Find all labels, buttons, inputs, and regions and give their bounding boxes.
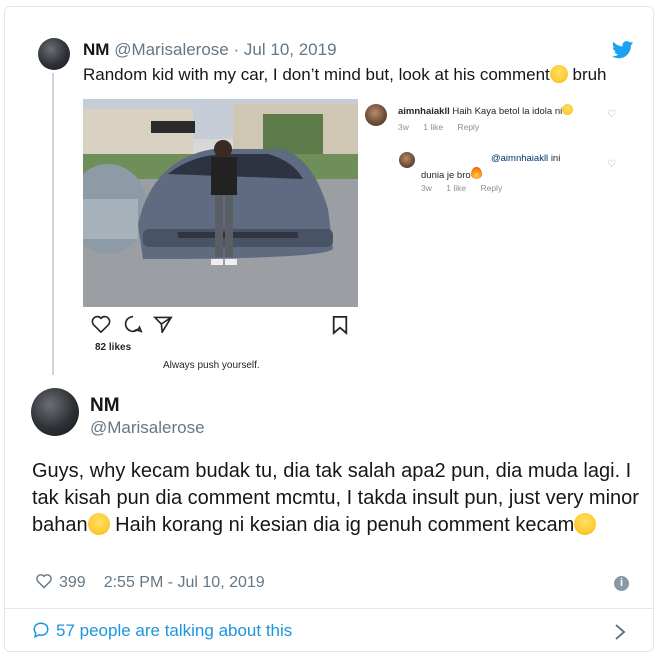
tweet-meta: 399 2:55 PM - Jul 10, 2019 <box>35 573 265 595</box>
chevron-right-icon[interactable] <box>613 621 627 643</box>
instagram-likes: 82 likes <box>95 342 132 353</box>
author-avatar[interactable] <box>31 388 79 436</box>
speech-bubble-icon <box>33 622 49 639</box>
comment-1-user[interactable]: aimnhaiakll <box>398 106 450 117</box>
comment-1-text: Haih Kaya betol la idola ni <box>452 106 563 117</box>
comment-2-mention[interactable]: @aimnhaiakll <box>491 153 548 164</box>
comment-1-heart-icon[interactable]: ♡ <box>607 109 616 120</box>
comment-2-likes[interactable]: 1 like <box>446 183 466 193</box>
commenter-avatar <box>365 104 387 126</box>
comment-2-time: 3w <box>421 183 432 193</box>
comment-2-reply[interactable]: Reply <box>480 183 502 193</box>
quoted-handle[interactable]: @Marisalerose <box>114 40 229 59</box>
comment-1-meta: 3w 1 like Reply <box>398 122 491 132</box>
instagram-actions <box>91 315 353 337</box>
comment-2-heart-icon[interactable]: ♡ <box>607 159 616 170</box>
tears-of-joy-emoji-icon <box>549 65 568 83</box>
reply-avatar <box>399 152 415 168</box>
comment-2: @aimnhaiakll ini dunia je bro <box>421 153 596 182</box>
comment-1-time: 3w <box>398 122 409 132</box>
weary-face-emoji-icon <box>562 104 574 115</box>
tweet-card: NM @Marisalerose · Jul 10, 2019 Random k… <box>4 6 654 652</box>
car-photo-illustration <box>83 99 358 307</box>
comment-1-likes[interactable]: 1 like <box>423 122 443 132</box>
quoted-header: NM @Marisalerose · Jul 10, 2019 <box>83 40 337 60</box>
quoted-text-main: Random kid with my car, I don’t mind but… <box>83 65 550 84</box>
like-heart-icon[interactable] <box>35 573 53 589</box>
comment-2-text-b: dunia je bro <box>421 170 471 181</box>
thread-line <box>52 73 54 375</box>
comment-1-reply[interactable]: Reply <box>457 122 479 132</box>
tweet-text-part-2: Haih korang ni kesian dia ig penuh comme… <box>109 514 575 536</box>
fire-emoji-icon <box>470 167 482 179</box>
talking-count-text[interactable]: 57 people are talking about this <box>56 621 292 640</box>
tweet-timestamp[interactable]: 2:55 PM - Jul 10, 2019 <box>104 574 265 591</box>
instagram-caption: Always push yourself. <box>163 360 260 371</box>
comment-2-meta: 3w 1 like Reply <box>421 183 514 193</box>
author-name[interactable]: NM <box>90 395 120 417</box>
instagram-post-image[interactable]: 82 likes Always push yourself. <box>83 99 358 376</box>
like-count[interactable]: 399 <box>59 574 86 591</box>
quoted-date[interactable]: Jul 10, 2019 <box>244 40 337 59</box>
author-handle[interactable]: @Marisalerose <box>90 418 205 438</box>
comment-bubble-icon[interactable] <box>123 315 143 333</box>
tears-of-joy-emoji-icon <box>87 513 110 535</box>
tweet-text: Guys, why kecam budak tu, dia tak salah … <box>32 458 642 539</box>
footer-divider <box>5 608 653 609</box>
pensive-face-emoji-icon <box>574 513 597 535</box>
quoted-text: Random kid with my car, I don’t mind but… <box>83 64 607 86</box>
heart-outline-icon[interactable] <box>91 315 111 333</box>
conversation-link[interactable]: 57 people are talking about this <box>32 618 632 648</box>
share-paper-plane-icon[interactable] <box>153 315 173 333</box>
twitter-bird-icon[interactable] <box>612 41 634 59</box>
comment-2-text-a: ini <box>550 153 561 164</box>
quoted-name[interactable]: NM <box>83 40 109 59</box>
car-photo <box>83 99 358 307</box>
comment-1: aimnhaiakll Haih Kaya betol la idola ni <box>398 104 618 118</box>
info-icon[interactable]: i <box>614 576 629 591</box>
bookmark-icon[interactable] <box>331 315 349 335</box>
quoted-separator: · <box>233 40 240 59</box>
quoted-text-suffix: bruh <box>567 65 607 84</box>
quoted-avatar[interactable] <box>38 38 70 70</box>
instagram-comments: aimnhaiakll Haih Kaya betol la idola ni … <box>365 99 625 209</box>
